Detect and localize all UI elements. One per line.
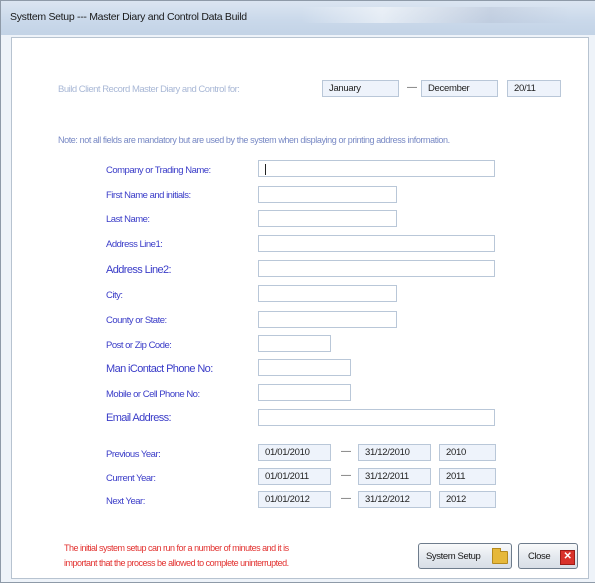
year-separator: —: [341, 446, 351, 457]
county-label: County or State:: [106, 315, 167, 326]
system-setup-label: System Setup: [426, 551, 481, 562]
close-button[interactable]: Close ✕: [518, 543, 578, 569]
next-year-start[interactable]: 01/01/2012: [258, 491, 331, 508]
mobile-label: Mobile or Cell Phone No:: [106, 389, 200, 400]
from-month-field[interactable]: January: [322, 80, 399, 97]
previous-year-end[interactable]: 31/12/2010: [358, 444, 431, 461]
company-label: Company or Trading Name:: [106, 165, 211, 176]
next-year-label: Next Year:: [106, 496, 145, 507]
system-setup-button[interactable]: System Setup: [418, 543, 512, 569]
next-year-end[interactable]: 31/12/2012: [358, 491, 431, 508]
email-input[interactable]: [258, 409, 495, 426]
address-line2-label: Address Line2:: [106, 264, 172, 276]
build-separator: —: [407, 82, 417, 93]
warning-line-2: important that the process be allowed to…: [64, 558, 289, 568]
note-text: Note: not all fields are mandatory but a…: [58, 135, 450, 145]
last-name-input[interactable]: [258, 210, 397, 227]
close-label: Close: [528, 551, 551, 562]
company-input[interactable]: [258, 160, 495, 177]
mobile-input[interactable]: [258, 384, 351, 401]
warning-line-1: The initial system setup can run for a n…: [64, 543, 289, 553]
previous-year-start[interactable]: 01/01/2010: [258, 444, 331, 461]
to-month-field[interactable]: December: [421, 80, 498, 97]
previous-year-value[interactable]: 2010: [439, 444, 496, 461]
main-phone-label: Man iContact Phone No:: [106, 363, 213, 375]
period-field[interactable]: 20/11: [507, 80, 561, 97]
current-year-start[interactable]: 01/01/2011: [258, 468, 331, 485]
year-separator: —: [341, 470, 351, 481]
county-input[interactable]: [258, 311, 397, 328]
city-label: City:: [106, 290, 123, 301]
first-name-input[interactable]: [258, 186, 397, 203]
postcode-label: Post or Zip Code:: [106, 340, 172, 351]
current-year-end[interactable]: 31/12/2011: [358, 468, 431, 485]
folder-icon: [492, 548, 508, 564]
build-label: Build Client Record Master Diary and Con…: [58, 84, 240, 95]
address-line1-input[interactable]: [258, 235, 495, 252]
title-bar[interactable]: Systtem Setup --- Master Diary and Contr…: [1, 1, 595, 35]
postcode-input[interactable]: [258, 335, 331, 352]
close-icon: ✕: [560, 550, 575, 565]
city-input[interactable]: [258, 285, 397, 302]
previous-year-label: Previous Year:: [106, 449, 161, 460]
title-bar-glass: [301, 7, 571, 23]
form-panel: Build Client Record Master Diary and Con…: [11, 37, 589, 579]
address-line1-label: Address Line1:: [106, 239, 163, 250]
address-line2-input[interactable]: [258, 260, 495, 277]
year-separator: —: [341, 493, 351, 504]
setup-window: Systtem Setup --- Master Diary and Contr…: [0, 0, 595, 583]
next-year-value[interactable]: 2012: [439, 491, 496, 508]
email-label: Email Address:: [106, 412, 172, 424]
first-name-label: First Name and initials:: [106, 190, 191, 201]
main-phone-input[interactable]: [258, 359, 351, 376]
current-year-value[interactable]: 2011: [439, 468, 496, 485]
current-year-label: Current Year:: [106, 473, 156, 484]
last-name-label: Last Name:: [106, 214, 150, 225]
text-cursor: [265, 164, 266, 175]
window-title: Systtem Setup --- Master Diary and Contr…: [10, 11, 247, 23]
